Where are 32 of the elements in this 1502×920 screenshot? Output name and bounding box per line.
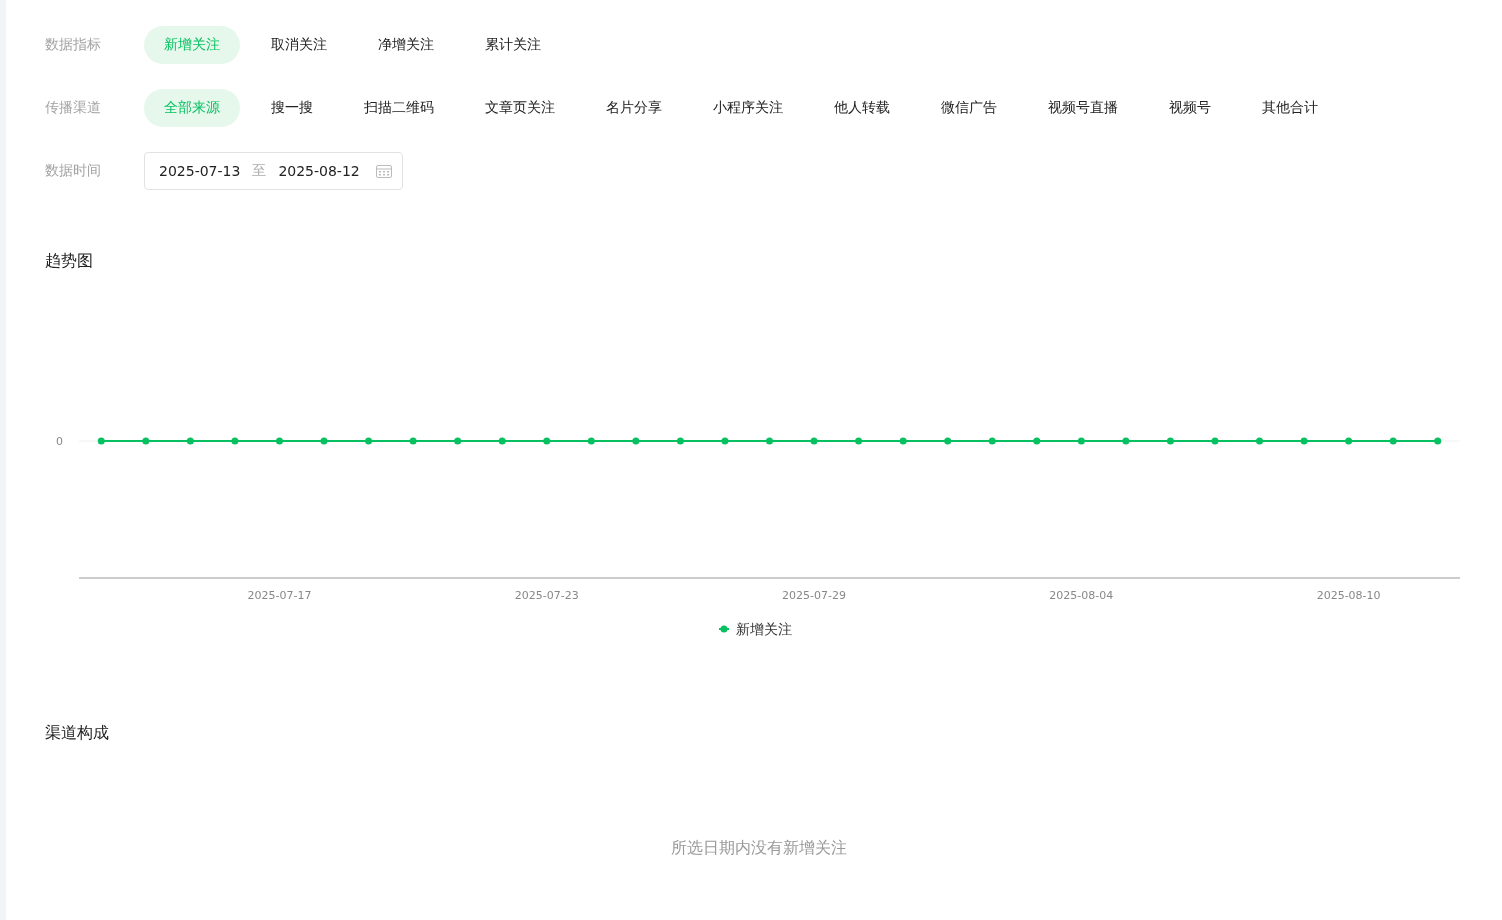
legend-icon [718,625,730,633]
date-separator: 至 [252,162,267,180]
filter-option[interactable]: 微信广告 [921,89,1017,127]
filter-option[interactable]: 小程序关注 [693,89,803,127]
section-title: 趋势图 [44,251,94,272]
filter-option[interactable]: 文章页关注 [465,89,575,127]
filter-option[interactable]: 视频号 [1149,89,1231,127]
filter-label: 数据时间 [45,162,102,180]
filter-label: 传播渠道 [45,99,102,117]
x-tick-label: 2025-07-29 [782,589,846,602]
legend-label: 新增关注 [736,621,792,637]
start-date: 2025-07-13 [159,163,241,179]
x-tick-label: 2025-07-17 [247,589,312,602]
date-range-picker[interactable]: 2025-07-13 至 2025-08-12 [144,152,403,190]
filter-option[interactable]: 搜一搜 [251,89,333,127]
x-tick-label: 2025-07-23 [514,589,579,602]
filter-option[interactable]: 累计关注 [465,26,561,64]
filter-option[interactable]: 取消关注 [251,26,347,64]
empty-message: 所选日期内没有新增关注 [670,838,848,859]
calendar-icon [375,164,392,178]
filter-label: 数据指标 [45,36,102,54]
section-title: 渠道构成 [44,723,110,744]
end-date: 2025-08-12 [278,163,360,179]
filter-option[interactable]: 视频号直播 [1028,89,1138,127]
filter-option[interactable]: 他人转载 [814,89,910,127]
x-tick-label: 2025-08-10 [1316,589,1381,602]
filter-option[interactable]: 净增关注 [358,26,454,64]
filter-option[interactable]: 其他合计 [1242,89,1338,127]
filter-option[interactable]: 名片分享 [586,89,682,127]
y-tick-label: 0 [56,435,63,448]
x-tick-label: 2025-08-04 [1049,589,1114,602]
filter-option[interactable]: 扫描二维码 [344,89,454,127]
